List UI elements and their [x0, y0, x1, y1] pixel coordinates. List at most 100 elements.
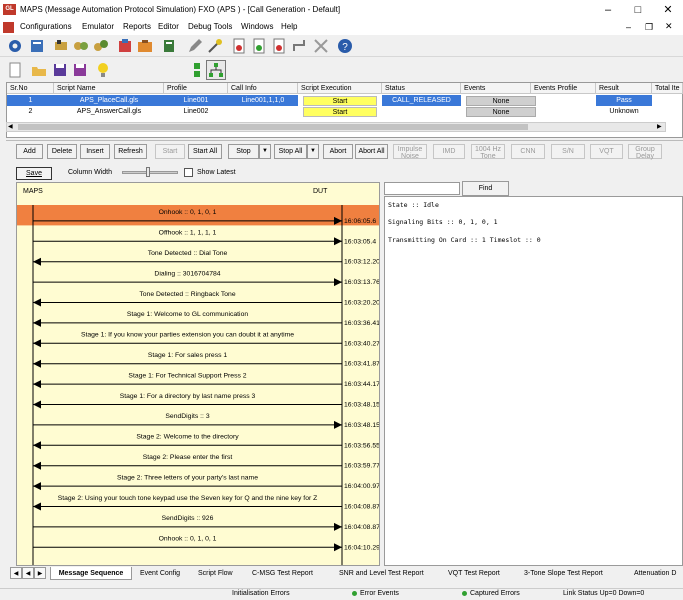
mdi-restore-button[interactable]: ❐	[645, 22, 653, 33]
scroll-right-icon[interactable]: ▶	[657, 123, 662, 130]
message-row[interactable]: Stage 1: For Technical Support Press 2 16…	[33, 372, 379, 389]
menu-editor[interactable]: Editor	[158, 22, 179, 31]
tab-scroll-prev-icon[interactable]: ◀	[22, 567, 34, 579]
column-header[interactable]: Result	[596, 83, 652, 94]
stop-button[interactable]: Stop	[228, 144, 259, 159]
tab-script-flow[interactable]: Script Flow	[198, 567, 233, 580]
tab-3tone-slope-test-report[interactable]: 3-Tone Slope Test Report	[524, 567, 603, 580]
add-button[interactable]: Add	[16, 144, 43, 159]
scroll-left-icon[interactable]: ◀	[8, 123, 13, 130]
book-icon[interactable]	[160, 37, 178, 55]
tab-cmsg-test-report[interactable]: C-MSG Test Report	[252, 567, 313, 580]
help-icon[interactable]: ?	[336, 37, 354, 55]
column-header[interactable]: Profile	[164, 83, 228, 94]
mdi-minimize-button[interactable]: –	[626, 22, 631, 32]
insert-button[interactable]: Insert	[80, 144, 110, 159]
column-header[interactable]: Events Profile	[531, 83, 596, 94]
column-header[interactable]: Events	[461, 83, 531, 94]
new-file-icon[interactable]	[6, 61, 24, 79]
script-g-icon[interactable]	[250, 37, 268, 55]
tab-message-sequence[interactable]: Message Sequence	[50, 567, 132, 580]
tab-snr-level-test-report[interactable]: SNR and Level Test Report	[339, 567, 424, 580]
start-script-button[interactable]: Start	[303, 96, 377, 106]
events-button[interactable]: None	[466, 96, 536, 106]
menu-debug-tools[interactable]: Debug Tools	[188, 22, 232, 31]
start-all-button[interactable]: Start All	[188, 144, 222, 159]
tab-event-config[interactable]: Event Config	[140, 567, 180, 580]
lightbulb-icon[interactable]	[94, 61, 112, 79]
tools-icon[interactable]	[312, 37, 330, 55]
menu-configurations[interactable]: Configurations	[20, 22, 72, 31]
menu-emulator[interactable]: Emulator	[82, 22, 114, 31]
topology-icon[interactable]	[206, 60, 226, 80]
message-row[interactable]: Stage 1: Welcome to GL communication 16:0…	[33, 311, 379, 327]
save-ladder-button[interactable]: Save	[16, 167, 52, 180]
vqt-button[interactable]: VQT	[590, 144, 623, 159]
network-up-icon[interactable]	[188, 61, 206, 79]
message-row[interactable]: Stage 2: Please enter the first 16:03:59.…	[33, 454, 379, 470]
tab-scroll-first-icon[interactable]: ◀	[10, 567, 22, 579]
tone-1004hz-button[interactable]: 1004 Hz Tone	[471, 144, 505, 160]
message-row[interactable]: Dialing :: 301670478416:03:13.76	[33, 270, 379, 287]
flow-icon[interactable]	[290, 37, 308, 55]
column-header[interactable]: Call Info	[228, 83, 298, 94]
document-icon[interactable]	[3, 22, 14, 33]
refresh-button[interactable]: Refresh	[114, 144, 147, 159]
find-button[interactable]: Find	[462, 181, 509, 196]
table-row[interactable]: 2 APS_AnswerCall.gls Line002 Start None …	[7, 106, 682, 117]
column-width-slider-track[interactable]	[122, 171, 178, 174]
column-width-slider-thumb[interactable]	[146, 167, 150, 177]
scrollbar-thumb[interactable]	[18, 124, 528, 130]
pencil-icon[interactable]	[186, 37, 204, 55]
open-folder-icon[interactable]	[30, 61, 48, 79]
message-row[interactable]: Tone Detected :: Dial Tone16:03:12.20	[33, 250, 379, 266]
start-button[interactable]: Start	[155, 144, 185, 159]
save-as-icon[interactable]	[71, 61, 89, 79]
sn-button[interactable]: S/N	[551, 144, 585, 159]
column-header[interactable]: Script Name	[54, 83, 164, 94]
toolbox-icon[interactable]	[136, 37, 154, 55]
tab-attenuation[interactable]: Attenuation D	[634, 567, 676, 580]
minimize-button[interactable]: –	[593, 0, 623, 20]
message-row[interactable]: Stage 2: Using your touch tone keypad us…	[33, 495, 379, 511]
chain-icon[interactable]	[92, 37, 110, 55]
message-row[interactable]: Tone Detected :: Ringback Tone16:03:20.2…	[33, 291, 379, 307]
show-latest-checkbox[interactable]	[184, 168, 193, 177]
message-row[interactable]: Offhook :: 1, 1, 1, 116:03:05.4	[33, 230, 376, 246]
table-row[interactable]: 1 APS_PlaceCall.gls Line001 Line001,1,1,…	[7, 95, 682, 106]
delete-button[interactable]: Delete	[47, 144, 77, 159]
package-icon[interactable]	[116, 37, 134, 55]
menu-reports[interactable]: Reports	[123, 22, 151, 31]
stop-all-dropdown-icon[interactable]: ▼	[307, 144, 319, 159]
imd-button[interactable]: IMD	[433, 144, 465, 159]
events-button[interactable]: None	[466, 107, 536, 117]
stop-dropdown-icon[interactable]: ▼	[259, 144, 271, 159]
message-row[interactable]: Stage 2: Welcome to the directory 16:03:5…	[33, 434, 379, 450]
stop-all-button[interactable]: Stop All	[274, 144, 307, 159]
find-input[interactable]	[384, 182, 460, 195]
message-row[interactable]: Onhook :: 0, 1, 0, 116:04:10.29	[33, 536, 379, 552]
maximize-button[interactable]: □	[623, 0, 653, 20]
start-script-button[interactable]: Start	[303, 107, 377, 117]
menu-help[interactable]: Help	[281, 22, 297, 31]
message-row[interactable]: Stage 1: For sales press 1 16:03:41.87	[33, 352, 379, 368]
magic-wand-icon[interactable]	[206, 37, 224, 55]
script-c-icon[interactable]	[270, 37, 288, 55]
abort-button[interactable]: Abort	[323, 144, 353, 159]
column-header[interactable]: Total Ite	[652, 83, 683, 94]
column-header[interactable]: Script Execution	[298, 83, 382, 94]
abort-all-button[interactable]: Abort All	[355, 144, 388, 159]
script-r-icon[interactable]	[230, 37, 248, 55]
group-delay-button[interactable]: Group Delay	[628, 144, 662, 160]
mdi-close-button[interactable]: ✕	[665, 21, 673, 32]
message-row[interactable]: Stage 2: Three letters of your party's l…	[33, 474, 379, 491]
edit-script-icon[interactable]	[52, 37, 70, 55]
tab-scroll-next-icon[interactable]: ▶	[34, 567, 46, 579]
save-icon[interactable]	[51, 61, 69, 79]
column-header[interactable]: Sr.No	[7, 83, 54, 94]
gear-icon[interactable]	[6, 37, 24, 55]
message-row[interactable]: Stage 1: For a directory by last name pr…	[33, 393, 379, 409]
message-row[interactable]: SendDigits :: 316:03:48.15	[33, 413, 379, 429]
tab-vqt-test-report[interactable]: VQT Test Report	[448, 567, 500, 580]
menu-windows[interactable]: Windows	[241, 22, 273, 31]
